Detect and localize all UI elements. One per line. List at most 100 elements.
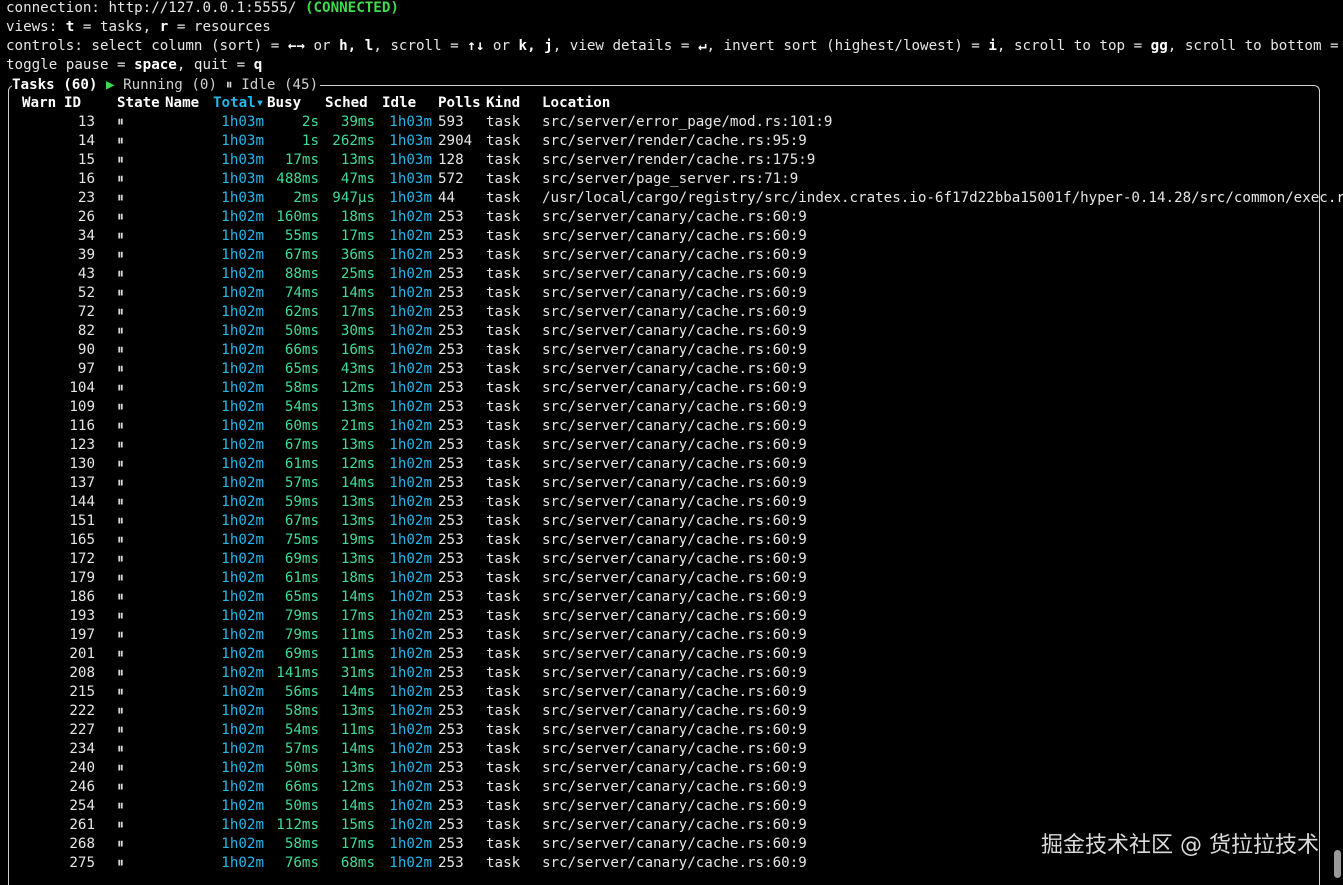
task-total: 1h02m (221, 456, 264, 472)
task-kind: task (486, 589, 521, 605)
task-idle: 1h02m (389, 532, 432, 548)
task-state-paused-icon: ⏸ (117, 304, 125, 320)
task-id: 97 (77, 361, 95, 377)
task-id: 116 (69, 418, 95, 434)
task-polls: 253 (438, 361, 464, 377)
task-sched: 21ms (340, 418, 375, 434)
task-kind: task (486, 627, 521, 643)
task-total: 1h02m (221, 342, 264, 358)
task-total: 1h03m (221, 190, 264, 206)
task-total: 1h02m (221, 836, 264, 852)
task-location: src/server/canary/cache.rs:60:9 (542, 209, 807, 225)
task-total: 1h02m (221, 817, 264, 833)
task-total: 1h02m (221, 741, 264, 757)
task-state-paused-icon: ⏸ (117, 513, 125, 529)
column-header-state[interactable]: State (117, 94, 160, 113)
task-kind: task (486, 323, 521, 339)
task-id: 201 (69, 646, 95, 662)
connection-label: connection: (6, 0, 109, 16)
task-state-paused-icon: ⏸ (117, 836, 125, 852)
task-polls: 253 (438, 399, 464, 415)
task-location: src/server/canary/cache.rs:60:9 (542, 608, 807, 624)
task-sched: 47ms (340, 171, 375, 187)
task-idle: 1h02m (389, 741, 432, 757)
task-state-paused-icon: ⏸ (117, 361, 125, 377)
tasks-panel[interactable]: Warn ID State Name Total▾ Busy Sched Idl… (8, 85, 1343, 885)
task-total: 1h02m (221, 513, 264, 529)
task-idle: 1h02m (389, 722, 432, 738)
task-idle: 1h02m (389, 342, 432, 358)
task-polls: 253 (438, 760, 464, 776)
task-id: 197 (69, 627, 95, 643)
task-location: src/server/canary/cache.rs:60:9 (542, 437, 807, 453)
task-sched: 13ms (340, 494, 375, 510)
task-total: 1h02m (221, 494, 264, 510)
task-id: 275 (69, 855, 95, 871)
task-idle: 1h02m (389, 494, 432, 510)
task-location: src/server/canary/cache.rs:60:9 (542, 817, 807, 833)
task-state-paused-icon: ⏸ (117, 570, 125, 586)
task-busy: 62ms (284, 304, 319, 320)
task-polls: 253 (438, 342, 464, 358)
connection-url: http://127.0.0.1:5555/ (108, 0, 297, 16)
task-polls: 253 (438, 684, 464, 700)
task-location: src/server/canary/cache.rs:60:9 (542, 589, 807, 605)
task-idle: 1h02m (389, 361, 432, 377)
gg-key: gg (1150, 38, 1168, 54)
task-id: 39 (77, 247, 95, 263)
task-total: 1h02m (221, 608, 264, 624)
task-busy: 1s (301, 133, 319, 149)
controls-top-text: , scroll to top = (996, 38, 1151, 54)
task-total: 1h02m (221, 589, 264, 605)
task-polls: 128 (438, 152, 464, 168)
column-header-idle[interactable]: Idle (382, 94, 416, 113)
task-polls: 253 (438, 817, 464, 833)
task-sched: 17ms (340, 228, 375, 244)
task-sched: 17ms (340, 608, 375, 624)
task-idle: 1h02m (389, 323, 432, 339)
arrow-left-right-key: ←→ (287, 38, 305, 54)
task-polls: 253 (438, 589, 464, 605)
task-busy: 58ms (284, 380, 319, 396)
task-state-paused-icon: ⏸ (117, 228, 125, 244)
task-busy: 76ms (284, 855, 319, 871)
task-sched: 39ms (340, 114, 375, 130)
task-location: src/server/canary/cache.rs:60:9 (542, 494, 807, 510)
task-sched: 15ms (340, 817, 375, 833)
task-location: src/server/canary/cache.rs:60:9 (542, 247, 807, 263)
column-header-warn[interactable]: Warn (22, 94, 56, 113)
task-kind: task (486, 513, 521, 529)
task-kind: task (486, 836, 521, 852)
task-id: 234 (69, 741, 95, 757)
task-total: 1h02m (221, 228, 264, 244)
column-header-name[interactable]: Name (165, 94, 199, 113)
task-state-paused-icon: ⏸ (117, 152, 125, 168)
task-polls: 253 (438, 228, 464, 244)
task-idle: 1h02m (389, 209, 432, 225)
column-header-sched[interactable]: Sched (325, 94, 368, 113)
task-busy: 58ms (284, 703, 319, 719)
task-id: 82 (77, 323, 95, 339)
task-total: 1h02m (221, 760, 264, 776)
task-state-paused-icon: ⏸ (117, 209, 125, 225)
task-sched: 11ms (340, 627, 375, 643)
task-id: 15 (77, 152, 95, 168)
task-idle: 1h02m (389, 513, 432, 529)
task-state-paused-icon: ⏸ (117, 437, 125, 453)
task-busy: 57ms (284, 475, 319, 491)
task-kind: task (486, 475, 521, 491)
column-header-id[interactable]: ID (64, 94, 81, 113)
task-kind: task (486, 779, 521, 795)
task-location: src/server/canary/cache.rs:60:9 (542, 532, 807, 548)
column-header-total-sorted[interactable]: Total▾ (213, 94, 264, 113)
task-idle: 1h02m (389, 247, 432, 263)
task-kind: task (486, 456, 521, 472)
column-header-kind[interactable]: Kind (486, 94, 520, 113)
task-kind: task (486, 133, 521, 149)
column-header-polls[interactable]: Polls (438, 94, 481, 113)
column-header-location[interactable]: Location (542, 94, 610, 113)
column-header-busy[interactable]: Busy (267, 94, 301, 113)
scrollbar-thumb[interactable] (1334, 850, 1341, 878)
task-location: src/server/render/cache.rs:175:9 (542, 152, 816, 168)
task-state-paused-icon: ⏸ (117, 722, 125, 738)
